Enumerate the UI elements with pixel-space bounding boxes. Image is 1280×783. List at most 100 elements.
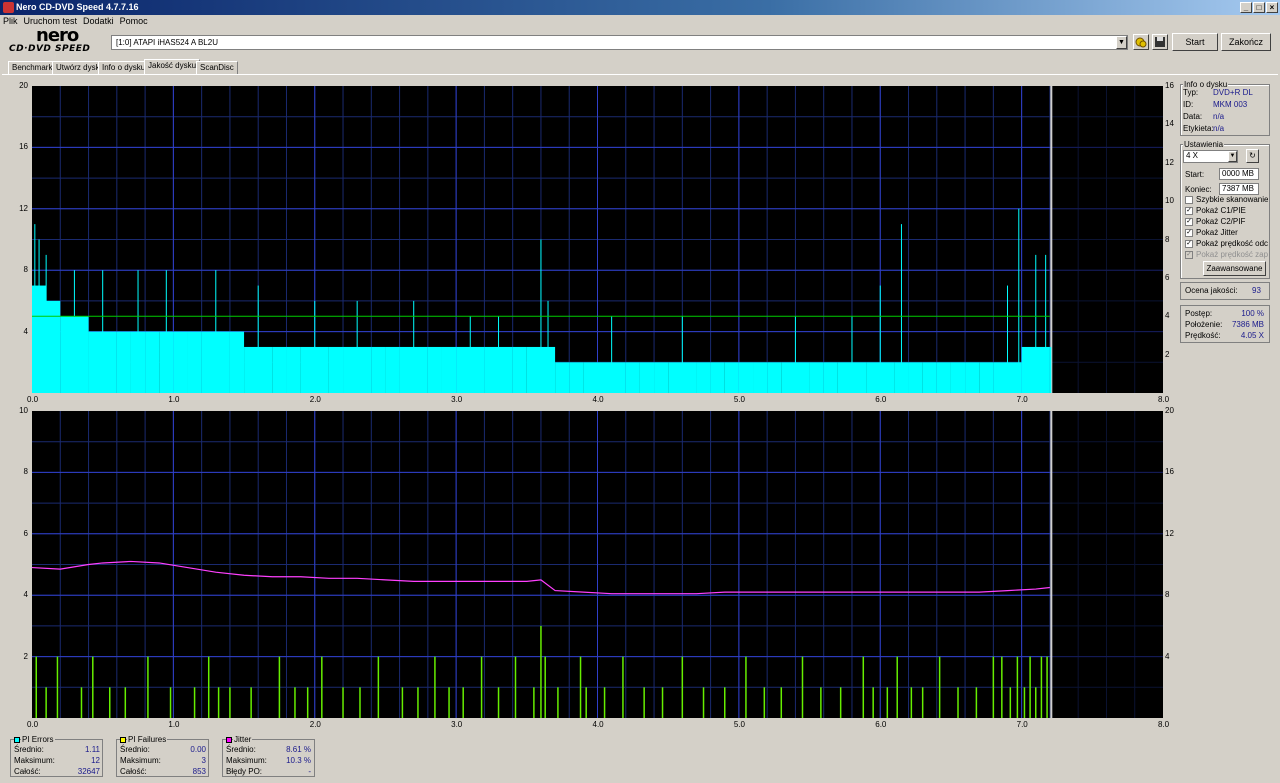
save-button[interactable] [1152,34,1168,50]
eject-button[interactable] [1133,34,1149,50]
checkbox-4[interactable]: ✓ [1185,240,1193,248]
y-left-tick: 8 [23,467,28,477]
chevron-down-icon[interactable]: ▼ [1228,151,1237,162]
disc-date-value: n/a [1213,112,1225,121]
start-mb-input[interactable]: 0000 MB [1219,168,1259,180]
pi-failures-avg-value: 0.00 [190,745,206,754]
y-right-tick: 4 [1165,311,1170,321]
x-tick: 6.0 [875,720,887,729]
refresh-icon[interactable]: ↻ [1246,149,1259,163]
pie-bar [456,346,471,393]
tab-disc-info[interactable]: Info o dysku [98,61,150,74]
pi-errors-swatch [14,737,20,743]
advanced-button[interactable]: Zaawansowane [1203,261,1266,276]
pie-bar [583,362,598,393]
window-title: Nero CD-DVD Speed 4.7.7.16 [16,2,139,12]
floppy-icon [1155,37,1165,47]
y-left-tick: 12 [19,203,28,213]
pie-bar [88,331,103,393]
pie-bar [272,346,287,393]
pie-bar [738,362,754,393]
y-left-tick: 20 [19,81,28,90]
pie-bar [837,362,852,393]
disc-id-value: MKM 003 [1213,100,1248,109]
pif-jitter-chart-area [31,411,1163,718]
disc-date-label: Data: [1183,112,1203,121]
x-tick: 1.0 [168,395,180,404]
y-left-tick: 6 [23,528,28,538]
pie-bar [639,362,655,393]
unscanned-region [1051,411,1163,718]
jitter-avg-label: Średnio: [226,745,256,754]
pie-bar [173,331,188,393]
progress-label: Postęp: [1185,309,1213,318]
checkbox-0[interactable] [1185,196,1193,204]
jitter-max-value: 10.3 % [286,756,311,765]
tab-disc-quality[interactable]: Jakość dysku [144,59,201,75]
close-window-button[interactable]: × [1266,2,1278,13]
pie-bar [809,362,824,393]
tab-benchmark[interactable]: Benchmark [8,61,57,74]
y-left-tick: 10 [19,406,28,415]
checkbox-2[interactable]: ✓ [1185,218,1193,226]
pi-failures-avg-label: Średnio: [120,745,150,754]
cd-dvd-speed-logo: CD·DVD SPEED [9,44,91,54]
checkbox-label-0: Szybkie skanowanie [1196,195,1268,204]
pie-bar [1021,346,1036,393]
y-left-tick: 4 [23,326,28,336]
y-right-tick: 8 [1165,590,1170,600]
checkbox-5: ✓ [1185,251,1193,259]
minimize-button[interactable]: _ [1240,2,1252,13]
y-right-tick: 4 [1165,651,1170,661]
x-tick: 2.0 [309,720,321,729]
settings-title: Ustawienia [1183,140,1225,149]
checkbox-1[interactable]: ✓ [1185,207,1193,215]
pie-bar [965,362,980,393]
menu-dodatki[interactable]: Dodatki [80,15,117,28]
start-button[interactable]: Start [1172,33,1218,51]
jitter-avg-value: 8.61 % [286,745,311,754]
drive-select[interactable]: [1:0] ATAPI iHAS524 A BL2U [111,35,1128,50]
menu-pomoc[interactable]: Pomoc [117,15,151,28]
finish-button[interactable]: Zakończ [1221,33,1271,51]
jitter-title: Jitter [233,735,253,744]
y-right-tick: 12 [1165,157,1174,167]
y-right-tick: 14 [1165,119,1174,129]
x-tick: 7.0 [1016,720,1028,729]
checkbox-3[interactable]: ✓ [1185,229,1193,237]
y-right-tick: 16 [1165,467,1174,477]
pie-bar [908,362,923,393]
pie-bar [625,362,640,393]
menu-plik[interactable]: Plik [0,15,21,28]
pie-bar [767,362,782,393]
pi-errors-avg-label: Średnio: [14,745,44,754]
pie-bar [399,346,414,393]
x-tick: 5.0 [733,395,745,404]
speed-value: 4.05 X [1240,331,1264,340]
pie-bar [300,346,315,393]
tab-create-disc[interactable]: Utwórz dysk [52,61,104,74]
y-left-tick: 4 [23,590,28,600]
app-icon [3,2,14,13]
pie-bar [1049,346,1052,393]
pie-bar [979,362,994,393]
y-left-tick: 8 [23,265,28,275]
x-tick: 4.0 [592,395,604,404]
pi-failures-max-label: Maksimum: [120,756,161,765]
pi-errors-total-label: Całość: [14,767,41,776]
pi-errors-total-value: 32647 [77,767,100,776]
checkbox-label-1: Pokaż C1/PIE [1196,206,1246,215]
jitter-max-label: Maksimum: [226,756,267,765]
tab-scandisc[interactable]: ScanDisc [196,61,238,74]
chevron-down-icon[interactable]: ▼ [1116,36,1127,49]
end-mb-input[interactable]: 7387 MB [1219,183,1259,195]
maximize-button[interactable]: □ [1253,2,1265,13]
pie-bar [724,362,739,393]
x-tick: 3.0 [451,395,463,404]
disc-label-value: n/a [1213,124,1225,133]
pie-bar [286,346,301,393]
checkbox-label-3: Pokaż Jitter [1196,228,1238,237]
disc-label-label: Etykieta: [1183,124,1214,133]
pie-bar [498,346,513,393]
pi-errors-avg-value: 1.11 [85,745,100,754]
